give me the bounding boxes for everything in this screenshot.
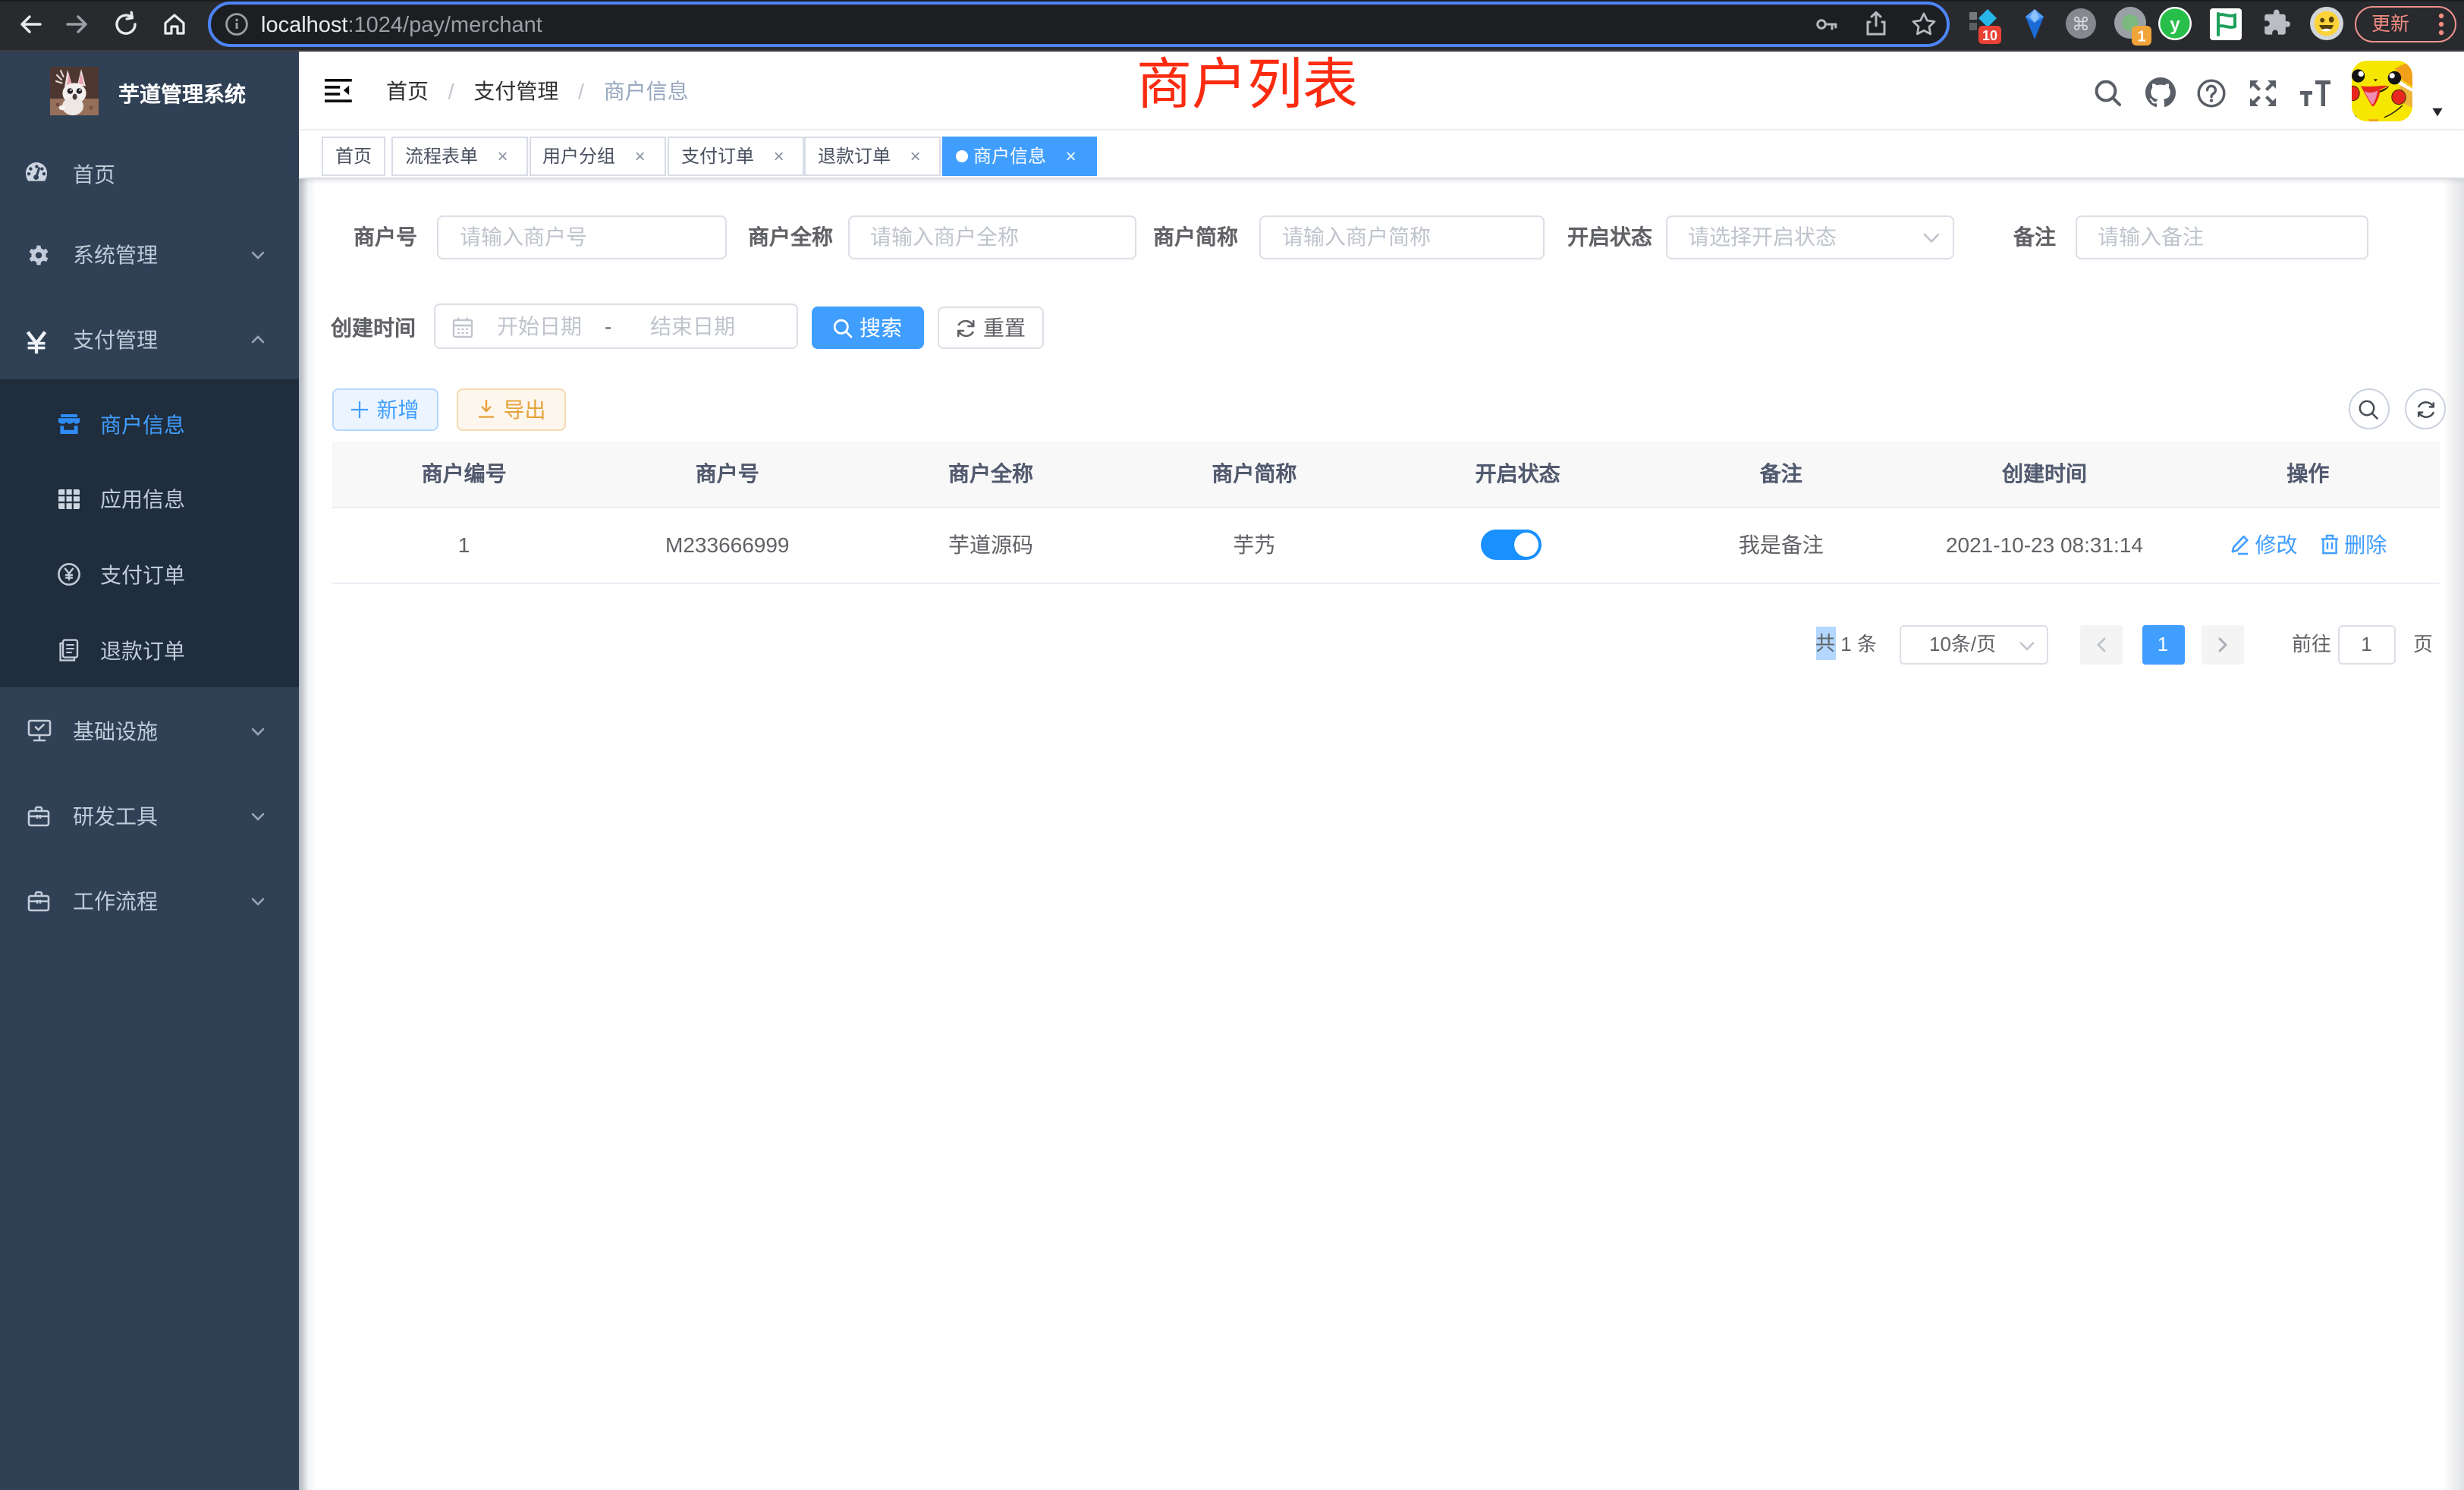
svg-text:⌘: ⌘ <box>2072 14 2090 35</box>
svg-text:y: y <box>2170 14 2180 35</box>
svg-text:10: 10 <box>1982 28 1997 43</box>
svg-text:1: 1 <box>2137 28 2145 45</box>
